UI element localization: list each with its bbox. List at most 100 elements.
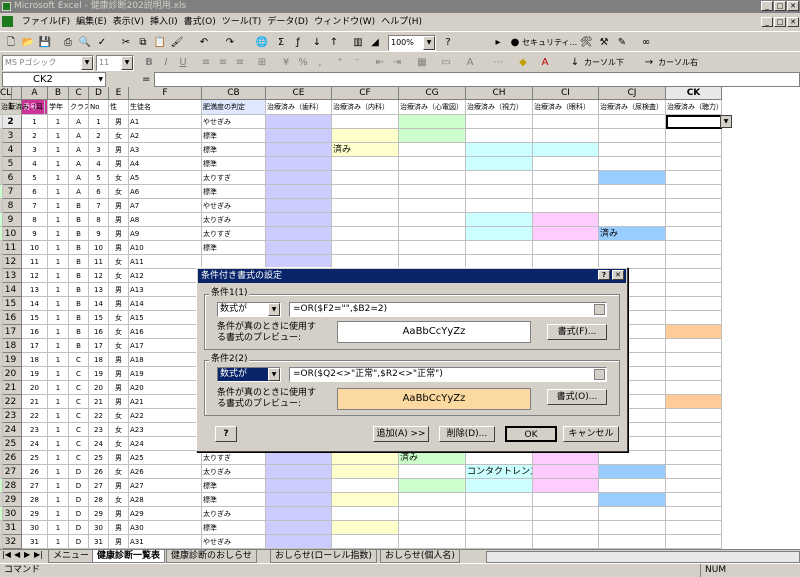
table-cell[interactable]: 済み [599,227,666,241]
table-cell[interactable]: 1 [48,353,69,367]
table-cell[interactable] [666,423,722,437]
table-cell[interactable] [533,115,599,129]
row-header[interactable]: 13 [0,269,22,283]
table-cell[interactable]: 1 [48,157,69,171]
table-cell[interactable]: 女 [109,423,129,437]
save-icon[interactable]: 💾 [37,35,53,51]
dialog-help-button[interactable]: ? [598,270,610,280]
table-cell[interactable]: A5 [129,171,202,185]
table-cell[interactable]: 17 [22,339,48,353]
workbook-icon[interactable] [2,16,13,27]
table-cell[interactable] [266,199,332,213]
table-cell[interactable] [399,493,466,507]
row-header[interactable]: 4 [0,143,22,157]
menu-item[interactable]: 編集(E) [73,13,110,31]
table-cell[interactable]: 1 [48,507,69,521]
table-cell[interactable]: C [69,395,89,409]
range-select-icon[interactable] [594,304,605,315]
table-cell[interactable]: A15 [129,311,202,325]
table-cell[interactable]: 1 [48,129,69,143]
row-header[interactable]: 11 [0,241,22,255]
column-header[interactable]: CF [332,87,399,100]
column-header[interactable]: CI [533,87,599,100]
doc-close-button[interactable]: ✕ [787,17,799,27]
table-cell[interactable] [0,465,3,479]
table-cell[interactable] [533,507,599,521]
table-cell[interactable] [266,185,332,199]
table-cell[interactable] [533,521,599,535]
paste-icon[interactable]: 📋 [152,35,168,51]
table-cell[interactable]: 1 [48,171,69,185]
table-cell[interactable]: 女 [109,339,129,353]
table-cell[interactable] [0,115,3,129]
table-cell[interactable] [332,521,399,535]
table-cell[interactable] [466,213,533,227]
table-cell[interactable]: 26 [22,465,48,479]
table-cell[interactable]: 30 [89,521,109,535]
table-cell[interactable] [332,129,399,143]
table-cell[interactable]: 男 [109,451,129,465]
column-header[interactable]: E [109,87,129,100]
header-cell[interactable]: 学年 [48,100,69,115]
sort-descending-icon[interactable]: ↑ [326,35,342,51]
table-cell[interactable] [466,479,533,493]
table-cell[interactable]: A31 [129,535,202,549]
table-cell[interactable]: 1 [48,367,69,381]
table-cell[interactable]: B [69,241,89,255]
table-cell[interactable] [266,507,332,521]
header-cell[interactable]: 治療済み（耳 [0,100,45,115]
table-cell[interactable] [666,381,722,395]
menu-item[interactable]: 表示(V) [110,13,147,31]
table-cell[interactable]: 太りぎみ [202,465,266,479]
table-cell[interactable] [666,479,722,493]
table-cell[interactable]: 1 [48,283,69,297]
column-header[interactable]: C [69,87,89,100]
table-cell[interactable]: やせぎみ [202,115,266,129]
table-cell[interactable] [599,465,666,479]
table-cell[interactable]: C [69,451,89,465]
table-cell[interactable] [666,157,722,171]
table-cell[interactable]: C [69,423,89,437]
column-header[interactable]: CJ [599,87,666,100]
column-header[interactable]: A [22,87,48,100]
table-cell[interactable]: 男 [109,535,129,549]
header-cell[interactable]: 生徒名 [129,100,202,115]
table-cell[interactable]: 24 [22,437,48,451]
table-cell[interactable]: A6 [129,185,202,199]
table-cell[interactable] [399,465,466,479]
table-cell[interactable]: A27 [129,479,202,493]
table-cell[interactable]: B [69,297,89,311]
table-cell[interactable] [466,185,533,199]
column-header[interactable]: CL [0,87,13,100]
table-cell[interactable] [0,241,3,255]
table-cell[interactable] [0,129,3,143]
table-cell[interactable] [399,479,466,493]
table-cell[interactable] [666,409,722,423]
table-cell[interactable] [599,493,666,507]
table-cell[interactable]: 2 [22,129,48,143]
redo-icon[interactable]: ↷ [222,35,238,51]
table-cell[interactable] [666,493,722,507]
print-preview-icon[interactable]: 🔍 [77,35,93,51]
table-cell[interactable] [666,353,722,367]
table-cell[interactable]: B [69,325,89,339]
table-cell[interactable]: A7 [129,199,202,213]
table-cell[interactable]: A [69,143,89,157]
table-cell[interactable]: A [69,171,89,185]
fill-color-icon[interactable]: ▭ [438,55,454,71]
table-cell[interactable]: A21 [129,395,202,409]
increase-indent-icon[interactable]: ⇥ [389,55,405,71]
row-header[interactable]: 12 [0,255,22,269]
table-cell[interactable] [0,325,3,339]
table-cell[interactable]: A25 [129,451,202,465]
table-cell[interactable] [666,129,722,143]
arrow-down-icon[interactable]: ↓ [567,55,583,71]
table-cell[interactable] [0,269,3,283]
column-header[interactable]: CG [399,87,466,100]
header-cell[interactable]: 治療済み（視力） [466,100,533,115]
row-header[interactable]: 20 [0,367,22,381]
table-cell[interactable]: D [69,493,89,507]
table-cell[interactable]: 標準 [202,143,266,157]
table-cell[interactable]: 13 [22,283,48,297]
table-cell[interactable] [0,423,3,437]
